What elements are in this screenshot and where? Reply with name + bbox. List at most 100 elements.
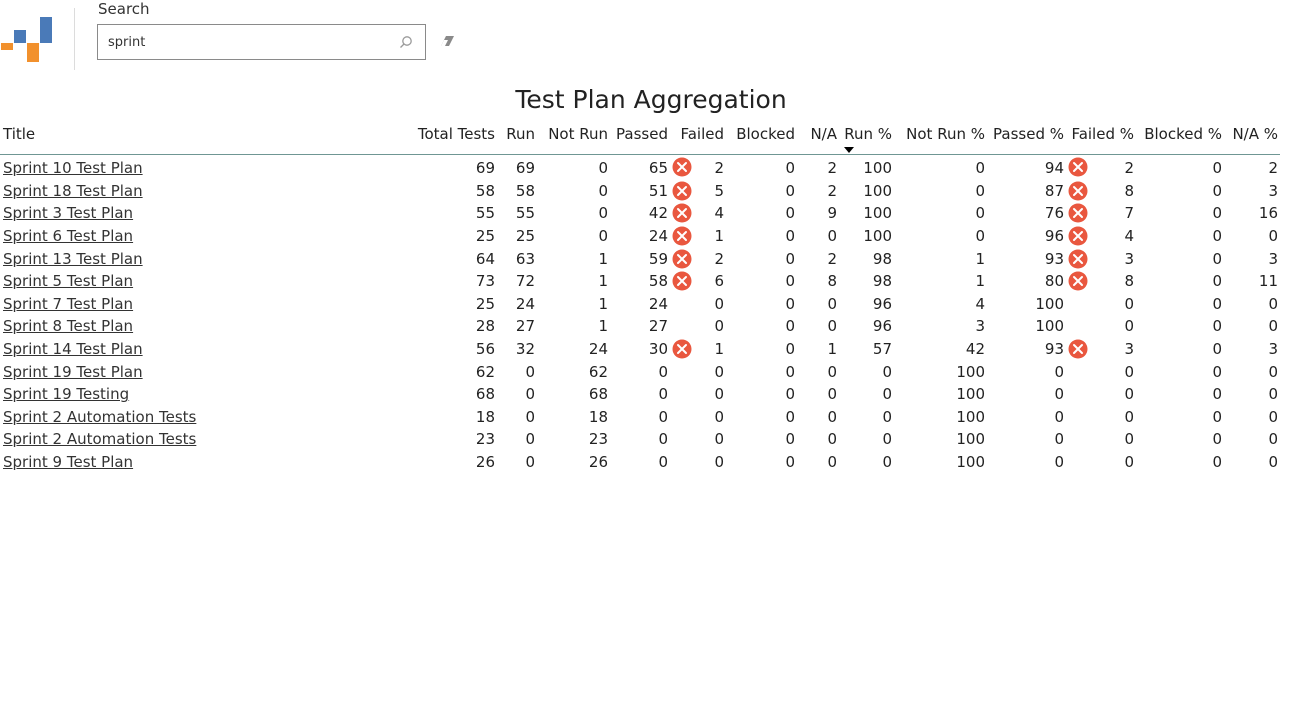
cell-value: 0 [658,430,668,449]
cell-failed-pct: 4 [1066,225,1136,248]
column-header-blocked-pct[interactable]: Blocked % [1136,122,1224,155]
column-header-not-run-pct[interactable]: Not Run % [894,122,987,155]
test-plan-link[interactable]: Sprint 2 Automation Tests [3,408,196,426]
table-row: Sprint 8 Test Plan 28 27 1 27 0 0 0 96 3 100 0 0 0 [0,315,1280,338]
cell-value: 0 [785,272,795,291]
header-divider [74,8,75,70]
cell-value: 0 [785,227,795,246]
cell-na: 1 [797,338,839,361]
cell-value: 80 [1044,272,1064,291]
cell-value: 0 [1268,362,1278,381]
test-plan-link[interactable]: Sprint 3 Test Plan [3,204,133,222]
cell-not-run: 0 [537,225,610,248]
cell-value: 0 [975,227,985,246]
table-row: Sprint 2 Automation Tests 18 0 18 0 0 0 0 0 100 0 0… [0,406,1280,429]
cell-value: 2 [827,249,837,268]
failed-x-icon [672,271,692,291]
test-plan-link[interactable]: Sprint 9 Test Plan [3,453,133,471]
cell-na: 0 [797,383,839,406]
cell-na-pct: 11 [1224,270,1280,293]
column-header-label: Failed % [1071,125,1134,143]
cell-value: 24 [648,294,668,313]
column-header-failed[interactable]: Failed [670,122,726,155]
cell-not-run: 1 [537,293,610,316]
eraser-icon[interactable] [440,35,455,47]
cell-value: 0 [1212,272,1222,291]
cell-value: 0 [785,430,795,449]
cell-value: 0 [785,181,795,200]
table-row: Sprint 19 Testing 68 0 68 0 0 0 0 0 100 0 0 0 0 [0,383,1280,406]
cell-value: 0 [525,385,535,404]
cell-passed-pct: 94 [987,155,1066,180]
test-plan-link[interactable]: Sprint 13 Test Plan [3,250,143,268]
cell-value: 3 [975,317,985,336]
cell-passed-pct: 0 [987,451,1066,474]
cell-na-pct: 0 [1224,451,1280,474]
cell-value: 0 [827,430,837,449]
cell-value: 62 [475,362,495,381]
cell-title: Sprint 3 Test Plan [0,202,415,225]
cell-value: 32 [515,340,535,359]
cell-value: 24 [588,340,608,359]
cell-passed: 51 [610,180,670,203]
cell-passed-pct: 0 [987,360,1066,383]
cell-blocked: 0 [726,338,797,361]
test-plan-link[interactable]: Sprint 14 Test Plan [3,340,143,358]
cell-value: 3 [1268,249,1278,268]
cell-blocked-pct: 0 [1136,338,1224,361]
search-icon[interactable] [399,35,413,49]
search-input[interactable] [108,32,388,52]
logo-block-orange-low [27,43,39,62]
column-header-label: N/A [810,125,837,143]
cell-value: 0 [598,227,608,246]
test-plan-link[interactable]: Sprint 7 Test Plan [3,295,133,313]
cell-value: 1 [598,294,608,313]
test-plan-link[interactable]: Sprint 19 Testing [3,385,129,403]
cell-value: 4 [1124,227,1134,246]
test-plan-link[interactable]: Sprint 19 Test Plan [3,363,143,381]
test-plan-link[interactable]: Sprint 5 Test Plan [3,272,133,290]
app-logo [0,15,54,63]
column-header-na[interactable]: N/A [797,122,839,155]
test-plan-link[interactable]: Sprint 18 Test Plan [3,182,143,200]
test-plan-link[interactable]: Sprint 8 Test Plan [3,317,133,335]
cell-value: 24 [515,294,535,313]
cell-value: 100 [863,159,892,178]
test-plan-link[interactable]: Sprint 10 Test Plan [3,159,143,177]
report-title: Test Plan Aggregation [515,85,787,114]
cell-failed: 0 [670,383,726,406]
column-header-passed[interactable]: Passed [610,122,670,155]
cell-value: 55 [475,204,495,223]
cell-blocked-pct: 0 [1136,293,1224,316]
column-header-run-pct[interactable]: Run % [839,122,894,155]
column-header-title[interactable]: Title [0,122,415,155]
cell-failed: 0 [670,428,726,451]
cell-blocked-pct: 0 [1136,225,1224,248]
cell-value: 0 [714,430,724,449]
column-header-failed-pct[interactable]: Failed % [1066,122,1136,155]
cell-value: 9 [827,204,837,223]
cell-run: 0 [497,406,537,429]
cell-value: 0 [827,407,837,426]
cell-value: 0 [1124,407,1134,426]
cell-failed: 1 [670,338,726,361]
cell-total-tests: 73 [415,270,497,293]
column-header-total-tests[interactable]: Total Tests [415,122,497,155]
column-header-blocked[interactable]: Blocked [726,122,797,155]
column-header-passed-pct[interactable]: Passed % [987,122,1066,155]
column-header-not-run[interactable]: Not Run [537,122,610,155]
cell-run-pct: 100 [839,155,894,180]
cell-not-run: 0 [537,202,610,225]
search-box[interactable] [97,24,426,60]
cell-blocked-pct: 0 [1136,428,1224,451]
cell-value: 28 [475,317,495,336]
cell-value: 0 [1124,453,1134,472]
test-plan-link[interactable]: Sprint 6 Test Plan [3,227,133,245]
cell-value: 1 [598,249,608,268]
failed-x-icon [672,249,692,269]
column-header-na-pct[interactable]: N/A % [1224,122,1280,155]
column-header-run[interactable]: Run [497,122,537,155]
test-plan-link[interactable]: Sprint 2 Automation Tests [3,430,196,448]
cell-blocked-pct: 0 [1136,383,1224,406]
cell-value: 0 [827,294,837,313]
